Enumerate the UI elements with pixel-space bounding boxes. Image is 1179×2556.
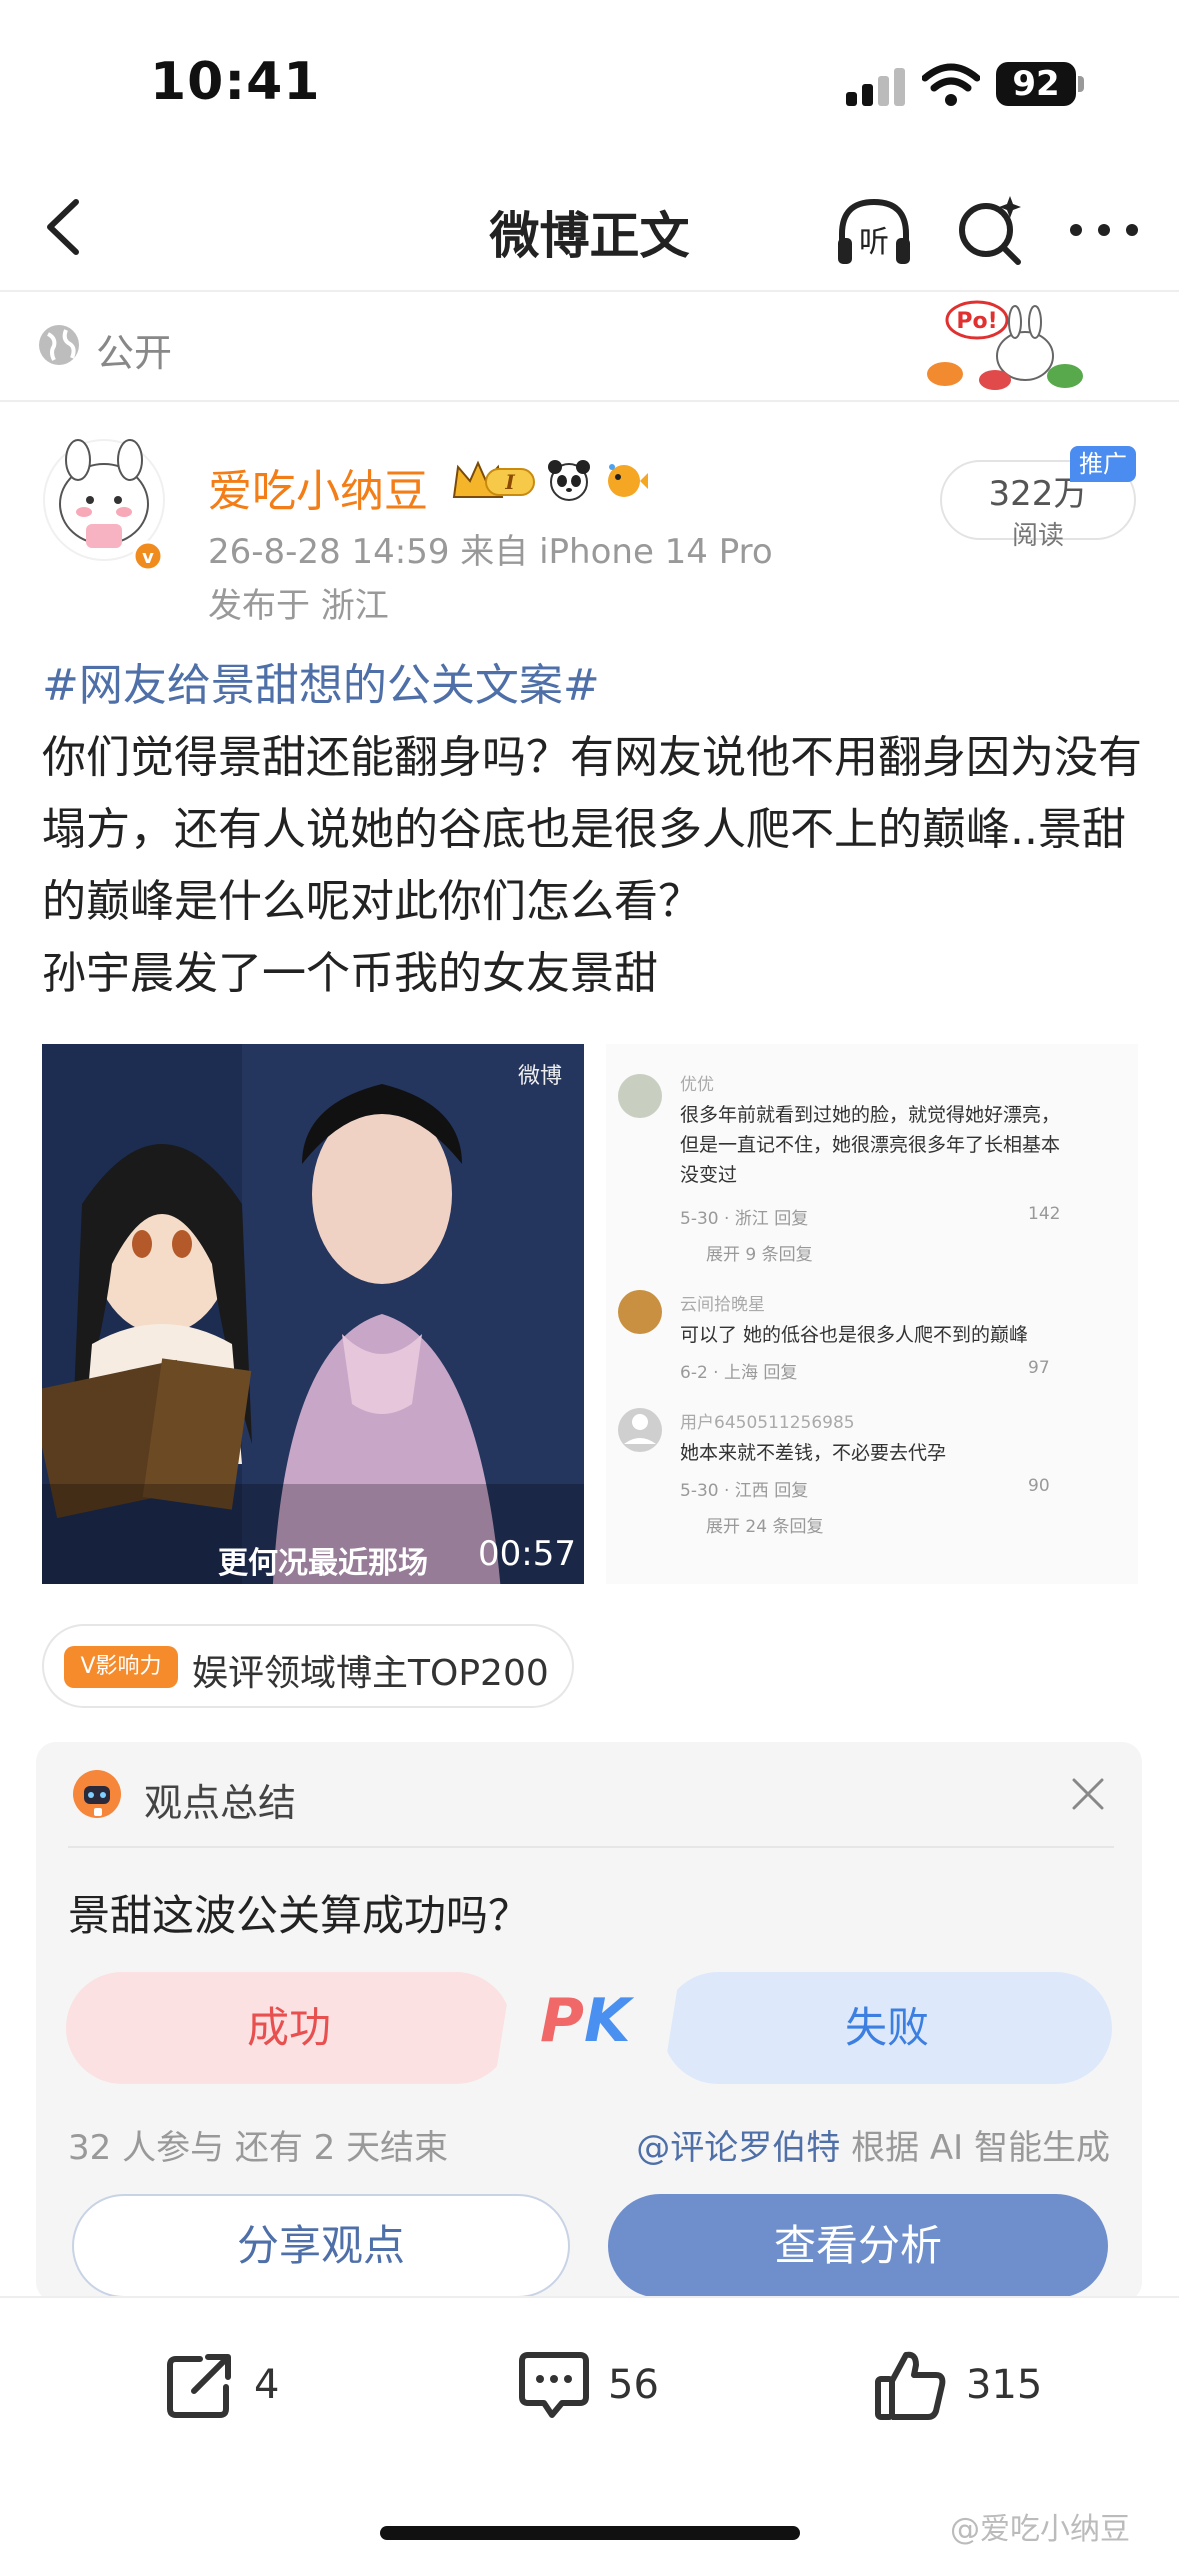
comment-count: 56	[608, 2362, 659, 2408]
post-location: 发布于 浙江	[208, 586, 389, 626]
battery-tip	[1078, 76, 1084, 92]
like-action[interactable]: 315	[872, 2340, 1042, 2430]
ai-search-icon[interactable]	[952, 190, 1032, 270]
video-frame-image	[42, 1044, 584, 1584]
author-name[interactable]: 爱吃小纳豆	[208, 455, 428, 519]
comment-text: 很多年前就看到过她的脸，就觉得她好漂亮，	[680, 1104, 1061, 1126]
post-body: #网友给景甜想的公关文案# 你们觉得景甜还能翻身吗？有网友说他不用翻身因为没有塌…	[42, 650, 1142, 1010]
cellular-signal-icon	[846, 66, 908, 106]
comment-text: 但是一直记不住，她很漂亮很多年了长相基本	[680, 1134, 1061, 1156]
comment-text: 她本来就不差钱，不必要去代孕	[680, 1442, 947, 1464]
comment-meta: 5-30 · 江西 回复	[680, 1481, 809, 1501]
comment-likes: 97	[1028, 1358, 1050, 1378]
panda-badge-icon[interactable]	[546, 457, 592, 503]
influence-badge[interactable]: V影响力 娱评领域博主TOP200	[42, 1624, 574, 1708]
comment-user: 云间拾晚星	[680, 1295, 765, 1315]
repost-count: 4	[254, 2362, 280, 2408]
influence-tag: V影响力	[64, 1646, 178, 1688]
post-body-text: 你们觉得景甜还能翻身吗？有网友说他不用翻身因为没有塌方，还有人说她的谷底也是很多…	[42, 732, 1142, 927]
more-options-icon[interactable]	[1062, 190, 1146, 270]
level-badge-text: I	[504, 470, 515, 494]
repost-action[interactable]: 4	[160, 2340, 279, 2430]
globe-icon	[39, 325, 79, 365]
bottom-action-bar: 4 56 315 @爱吃小纳豆	[0, 2296, 1179, 2556]
author-avatar[interactable]: v	[38, 420, 170, 570]
svg-text:v: v	[142, 547, 154, 568]
ai-mention-link[interactable]: @评论罗伯特	[636, 2128, 840, 2168]
post-hashtag[interactable]: #网友给景甜想的公关文案#	[42, 650, 1142, 722]
vote-success-button[interactable]: 成功	[66, 1972, 512, 2084]
views-label: 阅读	[1011, 521, 1064, 551]
pk-k-letter: K	[583, 1986, 631, 2056]
pk-p-letter: P	[540, 1986, 584, 2056]
post-meta: 26-8-28 14:59 来自 iPhone 14 Pro	[208, 532, 773, 572]
bunny-sticker-icon: Po!	[927, 300, 1083, 390]
like-count: 315	[966, 2362, 1043, 2408]
ai-note-text: 根据 AI 智能生成	[840, 2128, 1110, 2168]
author-badges: I	[450, 455, 650, 505]
comment-text: 没变过	[680, 1164, 738, 1186]
opinion-summary-card: 观点总结 景甜这波公关算成功吗？ 成功 PK 失败 32 人参与 还有 2 天结…	[36, 1742, 1142, 2302]
card-title: 观点总结	[144, 1781, 297, 1825]
visibility-label: 公开	[96, 331, 173, 375]
ai-note: @评论罗伯特 根据 AI 智能生成	[636, 2120, 1110, 2169]
comment-more: 展开 24 条回复	[706, 1517, 824, 1537]
close-icon[interactable]	[1070, 1776, 1106, 1812]
vote-fail-button[interactable]: 失败	[662, 1972, 1112, 2084]
battery-indicator: 92	[996, 62, 1076, 106]
pufferfish-badge-icon[interactable]	[600, 457, 650, 503]
headphones-listen-icon[interactable]: 听	[832, 190, 916, 274]
visibility-row: 公开 Po!	[0, 292, 1179, 400]
view-analysis-button[interactable]: 查看分析	[608, 2194, 1108, 2298]
comment-more: 展开 9 条回复	[706, 1245, 813, 1265]
home-indicator[interactable]	[380, 2526, 800, 2540]
comment-text: 可以了 她的低谷也是很多人爬不到的巅峰	[680, 1324, 1029, 1346]
nav-bar: 微博正文 听	[0, 170, 1179, 290]
comment-icon	[519, 2352, 589, 2418]
robot-mascot-icon	[73, 1770, 121, 1818]
crown-level-badge-icon[interactable]: I	[450, 457, 538, 503]
comment-action[interactable]: 56	[514, 2340, 659, 2430]
comment-meta: 5-30 · 浙江 回复	[680, 1209, 809, 1229]
influence-label: 娱评领域博主TOP200	[192, 1653, 549, 1694]
comment-likes: 90	[1028, 1476, 1050, 1496]
promo-tag: 推广	[1070, 446, 1136, 482]
listen-icon-text: 听	[859, 225, 889, 260]
comment-user: 用户6450511256985	[680, 1413, 855, 1433]
card-divider	[68, 1846, 1114, 1848]
video-thumbnail[interactable]: 微博 更何况最近那场 00:57	[42, 1044, 584, 1584]
video-watermark: 微博	[518, 1064, 563, 1089]
post-body-text-2: 孙宇晨发了一个币我的女友景甜	[42, 948, 658, 999]
status-time: 10:41	[150, 52, 321, 112]
pk-label: PK	[540, 1986, 630, 2056]
status-bar: 10:41 92	[0, 0, 1179, 170]
share-opinion-button[interactable]: 分享观点	[72, 2194, 570, 2298]
comment-likes: 142	[1028, 1204, 1061, 1224]
video-duration: 00:57	[478, 1534, 576, 1574]
comment-meta: 6-2 · 上海 回复	[680, 1363, 798, 1383]
comment-screenshot-image[interactable]: 优优 很多年前就看到过她的脸，就觉得她好漂亮， 但是一直记不住，她很漂亮很多年了…	[606, 1044, 1138, 1584]
poll-question: 景甜这波公关算成功吗？	[68, 1891, 531, 1940]
visibility-divider	[0, 400, 1179, 402]
thumbs-up-icon	[875, 2351, 946, 2420]
wifi-icon	[922, 63, 980, 106]
video-caption: 更何况最近那场	[218, 1546, 428, 1581]
footer-watermark: @爱吃小纳豆	[950, 2512, 1130, 2547]
poll-participants: 32 人参与 还有 2 天结束	[68, 2128, 449, 2168]
repost-icon	[167, 2354, 231, 2418]
comment-user: 优优	[680, 1075, 714, 1095]
sticker-text: Po!	[956, 309, 997, 334]
